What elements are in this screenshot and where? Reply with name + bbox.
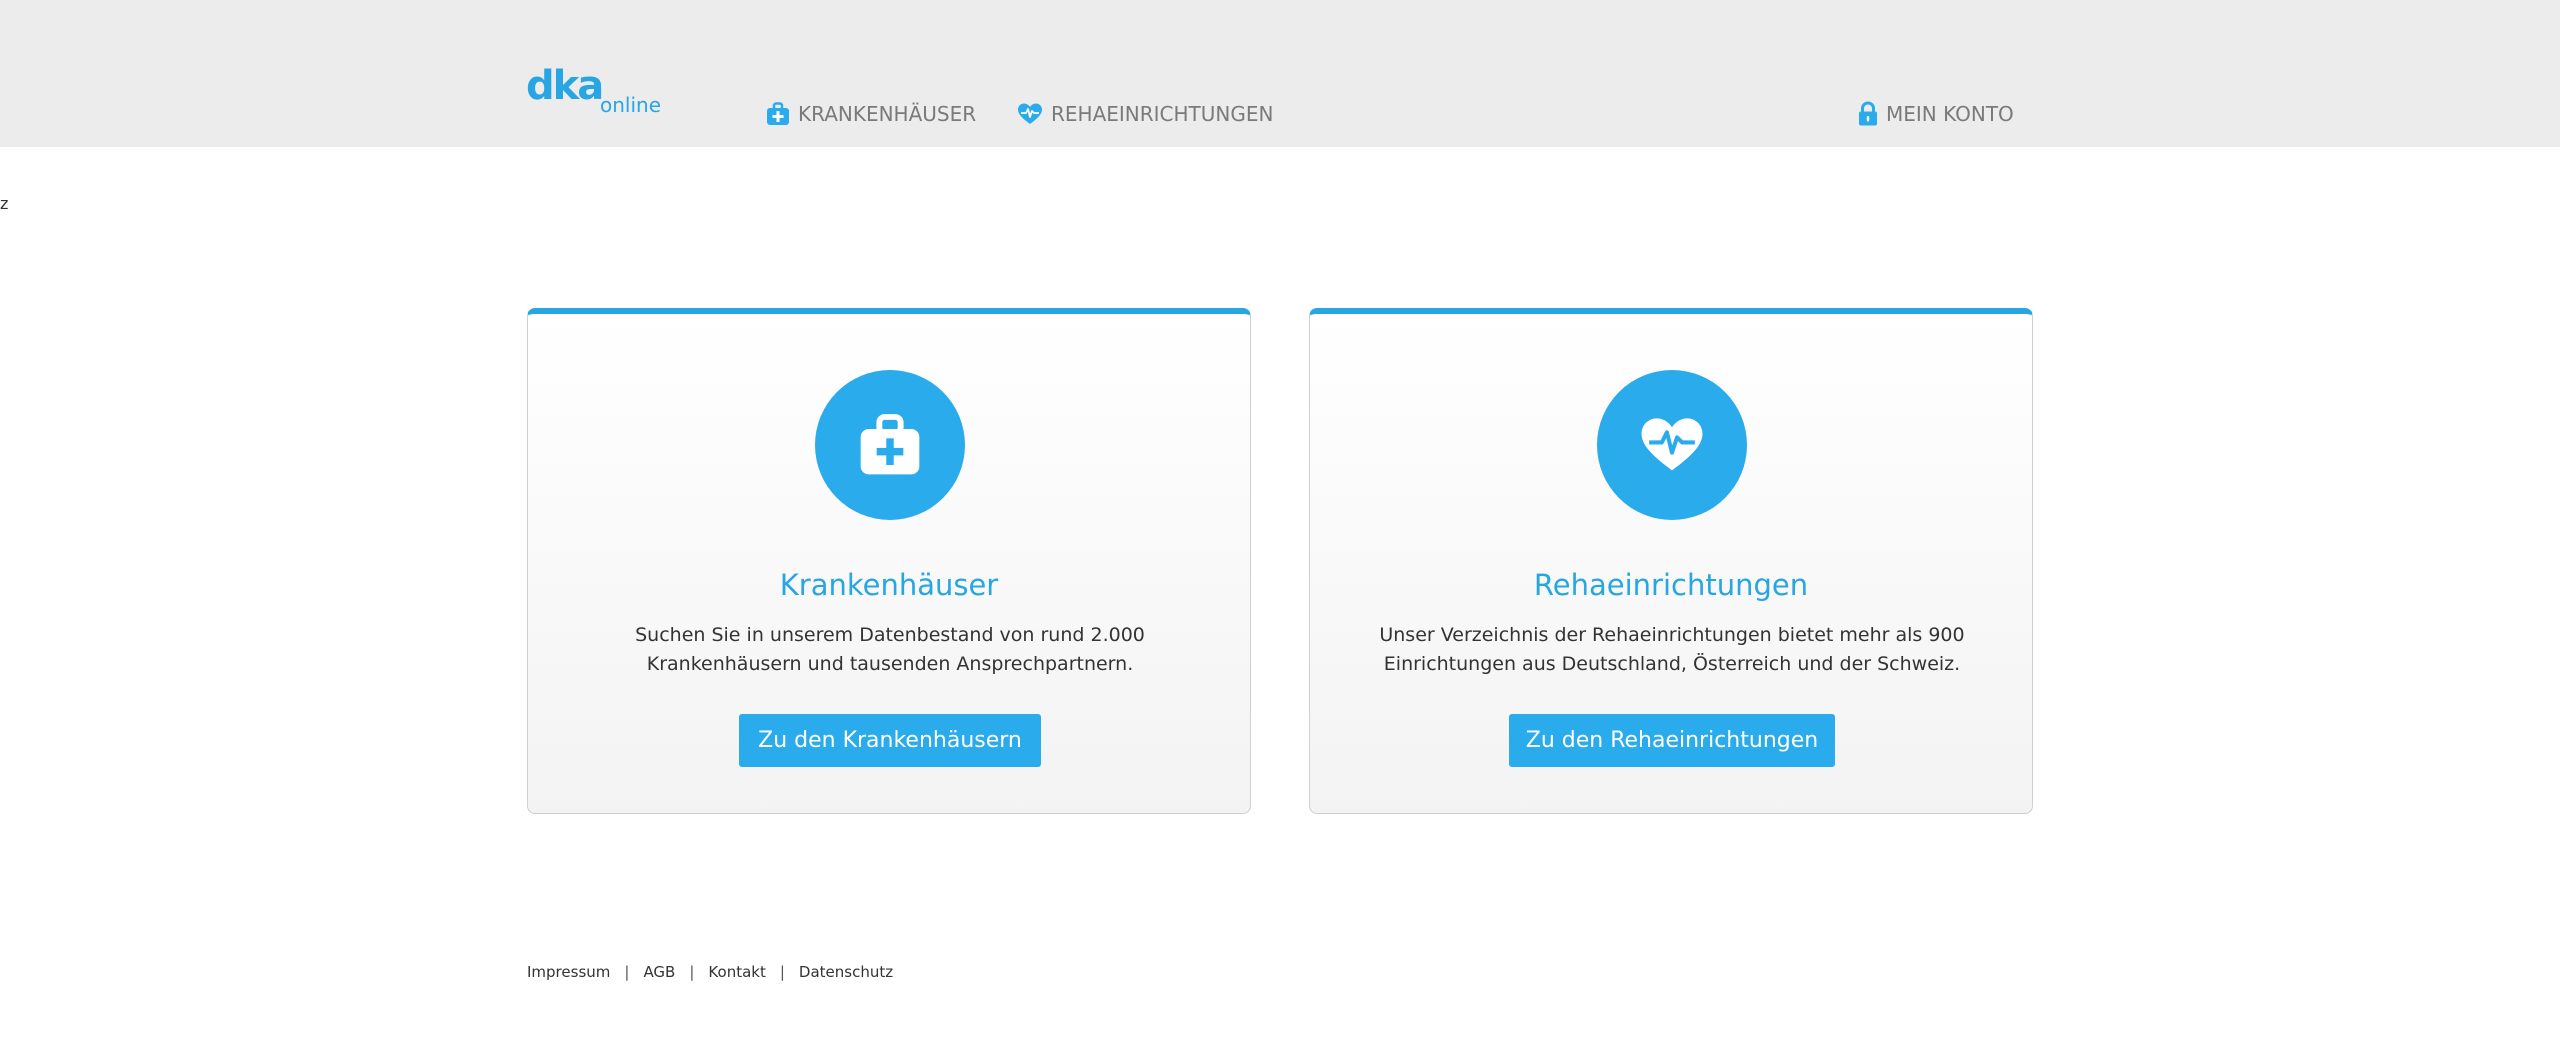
logo-mark: dka <box>526 63 604 109</box>
footer-separator: | <box>624 963 630 981</box>
logo-suffix: online <box>600 93 662 117</box>
footer-separator: | <box>779 963 785 981</box>
footer-link-kontakt[interactable]: Kontakt <box>708 963 765 981</box>
zu-den-rehaeinrichtungen-button[interactable]: Zu den Rehaeinrichtungen <box>1509 714 1835 767</box>
medical-kit-icon <box>767 102 789 125</box>
nav-mein-konto-label: MEIN KONTO <box>1886 102 2014 126</box>
stray-text: z <box>0 194 9 213</box>
card-icon-circle <box>815 370 965 520</box>
card-title: Krankenhäuser <box>779 568 999 602</box>
nav-krankenhaeuser-label: KRANKENHÄUSER <box>798 102 977 126</box>
footer-separator: | <box>689 963 695 981</box>
lock-icon <box>1859 101 1877 126</box>
logo[interactable]: dka online <box>526 66 666 118</box>
zu-den-krankenhaeusern-button[interactable]: Zu den Krankenhäusern <box>739 714 1041 767</box>
card-description: Unser Verzeichnis der Rehaeinrichtungen … <box>1379 624 1965 675</box>
footer: Impressum | AGB | Kontakt | Datenschutz <box>527 963 893 981</box>
nav-rehaeinrichtungen[interactable]: REHAEINRICHTUNGEN <box>1017 98 1273 130</box>
heartbeat-icon <box>1018 103 1042 124</box>
card-rehaeinrichtungen: Rehaeinrichtungen Unser Verzeichnis der … <box>1309 308 2033 814</box>
nav-rehaeinrichtungen-label: REHAEINRICHTUNGEN <box>1051 102 1274 126</box>
footer-link-datenschutz[interactable]: Datenschutz <box>799 963 893 981</box>
footer-link-impressum[interactable]: Impressum <box>527 963 610 981</box>
card-krankenhaeuser: Krankenhäuser Suchen Sie in unserem Date… <box>527 308 1251 814</box>
card-title: Rehaeinrichtungen <box>1533 568 1809 602</box>
footer-link-agb[interactable]: AGB <box>643 963 675 981</box>
card-description: Suchen Sie in unserem Datenbestand von r… <box>635 624 1145 675</box>
nav-mein-konto[interactable]: MEIN KONTO <box>1858 98 2014 130</box>
nav-krankenhaeuser[interactable]: KRANKENHÄUSER <box>766 98 976 130</box>
heartbeat-icon <box>1641 418 1703 471</box>
card-icon-circle <box>1597 370 1747 520</box>
site-header: dka online KRANKENHÄUSER REHAEINRICHTUNG… <box>0 0 2560 147</box>
medical-kit-icon <box>860 414 920 475</box>
